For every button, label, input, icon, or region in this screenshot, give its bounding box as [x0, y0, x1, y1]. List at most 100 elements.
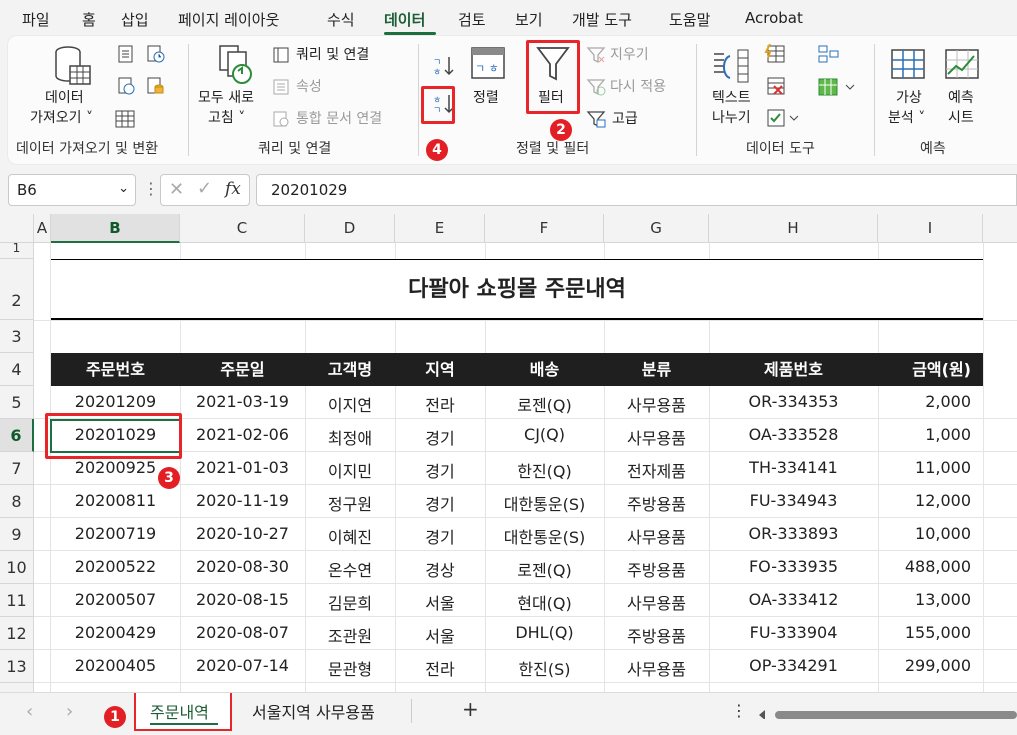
- name-box[interactable]: B6 ⌄: [8, 174, 136, 206]
- cell-amount[interactable]: 1,000: [878, 425, 983, 444]
- cancel-icon[interactable]: ✕: [169, 179, 184, 200]
- row-header-8[interactable]: 8: [0, 485, 34, 518]
- from-web-icon[interactable]: [116, 76, 136, 96]
- flash-fill-icon[interactable]: [764, 44, 788, 66]
- cell-amount[interactable]: 10,000: [878, 524, 983, 543]
- cell-region[interactable]: 경기: [395, 425, 485, 449]
- cell-customer[interactable]: 김문희: [305, 590, 395, 614]
- cell-order-no[interactable]: 20200405: [51, 656, 180, 675]
- cell-product-no[interactable]: OP-334291: [709, 656, 878, 675]
- tab-page-layout[interactable]: 페이지 레이아웃: [178, 9, 279, 30]
- advanced-button[interactable]: 고급: [612, 109, 638, 129]
- sheet-title[interactable]: 다팔아 쇼핑몰 주문내역: [51, 259, 983, 320]
- cell-amount[interactable]: 299,000: [878, 656, 983, 675]
- col-header-i[interactable]: I: [878, 214, 983, 243]
- cell-order-date[interactable]: 2021-02-06: [180, 425, 305, 444]
- data-validation-icon[interactable]: [764, 108, 800, 130]
- cell-product-no[interactable]: TH-334141: [709, 458, 878, 477]
- tab-view[interactable]: 보기: [515, 9, 543, 30]
- cell-region[interactable]: 경기: [395, 458, 485, 482]
- header-order-no[interactable]: 주문번호: [51, 353, 180, 386]
- select-all-corner[interactable]: [0, 214, 34, 243]
- cell-order-date[interactable]: 2020-07-14: [180, 656, 305, 675]
- cell-order-no[interactable]: 20200719: [51, 524, 180, 543]
- what-if-label-2[interactable]: 분석 ˅: [888, 108, 925, 128]
- col-header-a[interactable]: A: [34, 214, 51, 243]
- sort-ascending-icon[interactable]: ㄱㅎ: [432, 54, 456, 78]
- horizontal-scrollbar[interactable]: [757, 709, 1017, 719]
- cell-category[interactable]: 사무용품: [604, 524, 709, 548]
- cell-category[interactable]: 사무용품: [604, 392, 709, 416]
- tab-home[interactable]: 홈: [82, 9, 96, 30]
- consolidate-icon[interactable]: [816, 44, 840, 66]
- cell-amount[interactable]: 11,000: [878, 458, 983, 477]
- cell-customer[interactable]: 최정애: [305, 425, 395, 449]
- prev-sheet-icon[interactable]: ‹: [26, 701, 33, 722]
- cell-shipping[interactable]: 한진(Q): [485, 458, 604, 482]
- cell-order-date[interactable]: 2020-08-30: [180, 557, 305, 576]
- refresh-all-label-2[interactable]: 고침 ˅: [208, 108, 245, 128]
- cell-amount[interactable]: 2,000: [878, 392, 983, 411]
- cell-region[interactable]: 서울: [395, 590, 485, 614]
- cell-product-no[interactable]: OA-333412: [709, 590, 878, 609]
- properties-button[interactable]: 속성: [296, 77, 322, 97]
- row-header-4[interactable]: 4: [0, 353, 34, 386]
- more-icon[interactable]: ⋮: [731, 701, 747, 720]
- tab-developer[interactable]: 개발 도구: [572, 9, 632, 30]
- row-header-10[interactable]: 10: [0, 551, 34, 584]
- tab-acrobat[interactable]: Acrobat: [745, 9, 803, 27]
- sheet-tab-active[interactable]: 주문내역: [134, 693, 232, 731]
- advanced-filter-icon[interactable]: [586, 110, 606, 128]
- cell-order-no[interactable]: 20201209: [51, 392, 180, 411]
- cell-product-no[interactable]: OR-334353: [709, 392, 878, 411]
- tab-review[interactable]: 검토: [458, 9, 486, 30]
- more-options-icon[interactable]: ⋮: [143, 179, 159, 198]
- cell-order-date[interactable]: 2020-08-07: [180, 623, 305, 642]
- row-header-2[interactable]: 2: [0, 259, 34, 320]
- get-data-button-label-2[interactable]: 가져오기 ˅: [30, 108, 93, 128]
- cell-region[interactable]: 전라: [395, 656, 485, 680]
- tab-help[interactable]: 도움말: [669, 9, 710, 30]
- row-header-13[interactable]: 13: [0, 650, 34, 683]
- cell-order-date[interactable]: 2020-10-27: [180, 524, 305, 543]
- col-header-j[interactable]: [983, 214, 1017, 243]
- cell-product-no[interactable]: OA-333528: [709, 425, 878, 444]
- col-header-h[interactable]: H: [709, 214, 878, 243]
- add-sheet-button[interactable]: +: [462, 697, 479, 721]
- database-table-icon[interactable]: [52, 44, 94, 88]
- cell-order-date[interactable]: 2021-01-03: [180, 458, 305, 477]
- tab-insert[interactable]: 삽입: [121, 9, 149, 30]
- header-amount[interactable]: 금액(원): [878, 353, 983, 386]
- col-header-g[interactable]: G: [604, 214, 709, 243]
- cell-order-no[interactable]: 20200811: [51, 491, 180, 510]
- cell-order-date[interactable]: 2020-08-15: [180, 590, 305, 609]
- cell-shipping[interactable]: 대한통운(S): [485, 491, 604, 515]
- worksheet-grid[interactable]: A B C D E F G H I 1 2 3 4 5 6 7 8 9 10 1…: [0, 214, 1017, 692]
- next-sheet-icon[interactable]: ›: [66, 701, 73, 722]
- cell-customer[interactable]: 문관형: [305, 656, 395, 680]
- text-to-columns-label[interactable]: 텍스트: [712, 88, 751, 108]
- row-header-14[interactable]: [0, 683, 34, 692]
- cell-category[interactable]: 주방용품: [604, 491, 709, 515]
- cell-order-no[interactable]: 20200522: [51, 557, 180, 576]
- header-shipping[interactable]: 배송: [485, 353, 604, 386]
- row-header-6[interactable]: 6: [0, 419, 34, 452]
- cell-region[interactable]: 경기: [395, 491, 485, 515]
- forecast-sheet-label-2[interactable]: 시트: [948, 108, 974, 128]
- header-region[interactable]: 지역: [395, 353, 485, 386]
- cell-shipping[interactable]: 로젠(Q): [485, 392, 604, 416]
- tab-data[interactable]: 데이터: [384, 9, 425, 30]
- cell-region[interactable]: 경기: [395, 524, 485, 548]
- queries-connections-button[interactable]: 쿼리 및 연결: [296, 45, 369, 65]
- recent-sources-icon[interactable]: [146, 44, 166, 64]
- forecast-sheet-icon[interactable]: [944, 48, 982, 82]
- what-if-analysis-icon[interactable]: [890, 48, 928, 82]
- relationships-icon[interactable]: [816, 76, 856, 100]
- row-header-9[interactable]: 9: [0, 518, 34, 551]
- existing-connections-icon[interactable]: [146, 76, 166, 96]
- header-product-no[interactable]: 제품번호: [709, 353, 878, 386]
- remove-duplicates-icon[interactable]: [764, 76, 788, 98]
- row-header-7[interactable]: 7: [0, 452, 34, 485]
- cell-shipping[interactable]: 로젠(Q): [485, 557, 604, 581]
- row-header-1[interactable]: 1: [0, 242, 34, 259]
